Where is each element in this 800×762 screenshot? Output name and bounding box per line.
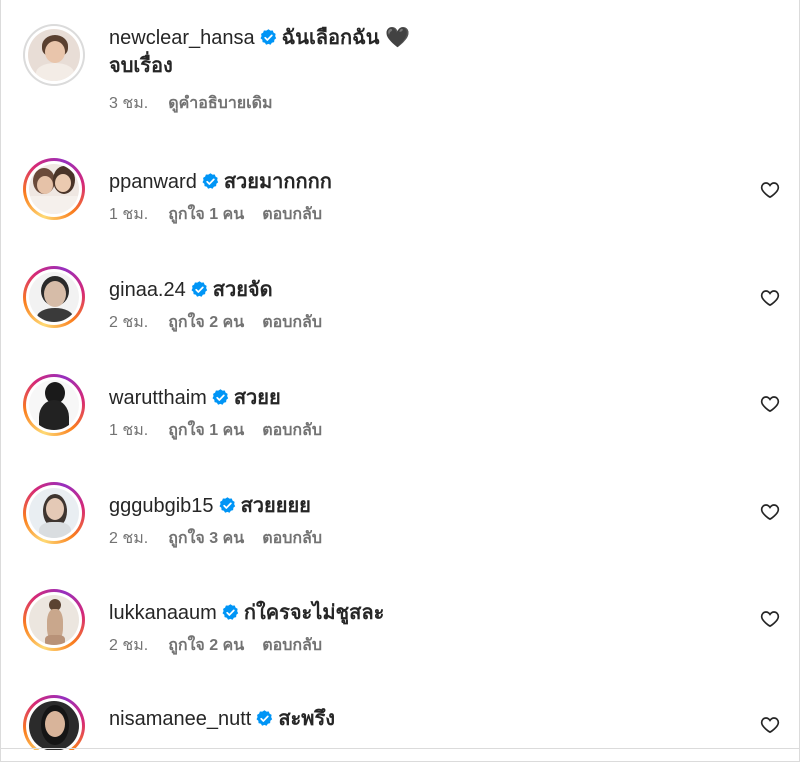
heart-outline-icon[interactable] [760, 180, 780, 200]
reply-button[interactable]: ตอบกลับ [262, 637, 322, 654]
reply-button[interactable]: ตอบกลับ [262, 206, 322, 223]
comment-time[interactable]: 2 ชม. [109, 314, 148, 331]
comment-time[interactable]: 1 ชม. [109, 206, 148, 223]
comment-item: ppanward สวยมากกกก 1 ชม. ถูกใจ 1 คน ตอบกลับ [23, 158, 793, 258]
comment-item: nisamanee_nutt สะพรึง [23, 695, 793, 750]
heart-outline-icon[interactable] [760, 715, 780, 735]
comment-text: สวยจัด [212, 279, 273, 301]
comment-item: ginaa.24 สวยจัด 2 ชม. ถูกใจ 2 คน ตอบกลับ [23, 266, 793, 366]
likes-count[interactable]: ถูกใจ 1 คน [168, 206, 244, 223]
avatar[interactable] [23, 24, 85, 86]
comment-username[interactable]: nisamanee_nutt [109, 708, 251, 730]
comment-username[interactable]: warutthaim [109, 387, 207, 409]
reply-button[interactable]: ตอบกลับ [262, 530, 322, 547]
verified-badge-icon [219, 497, 235, 513]
likes-count[interactable]: ถูกใจ 3 คน [168, 530, 244, 547]
caption-username[interactable]: newclear_hansa [109, 27, 255, 49]
heart-outline-icon[interactable] [760, 502, 780, 522]
heart-outline-icon[interactable] [760, 394, 780, 414]
comment-time[interactable]: 2 ชม. [109, 637, 148, 654]
avatar[interactable] [23, 158, 85, 220]
caption-text-line2: จบเรื่อง [109, 55, 173, 77]
caption-text: ฉันเลือกฉัน 🖤 [281, 27, 410, 49]
avatar[interactable] [23, 374, 85, 436]
avatar[interactable] [23, 695, 85, 750]
likes-count[interactable]: ถูกใจ 2 คน [168, 314, 244, 331]
verified-badge-icon [202, 173, 219, 189]
comment-text: ก่ใครจะไม่ชูสละ [243, 602, 385, 624]
verified-badge-icon [260, 29, 276, 45]
likes-count[interactable]: ถูกใจ 2 คน [168, 637, 244, 654]
verified-badge-icon [222, 604, 239, 620]
comment-username[interactable]: gggubgib15 [109, 495, 214, 517]
post-caption: newclear_hansa ฉันเลือกฉัน 🖤 จบเรื่อง 3 ช… [23, 24, 793, 124]
comment-username[interactable]: lukkanaaum [109, 602, 217, 624]
comment-time[interactable]: 1 ชม. [109, 422, 148, 439]
caption-time[interactable]: 3 ชม. [109, 95, 148, 112]
likes-count[interactable]: ถูกใจ 1 คน [168, 422, 244, 439]
heart-outline-icon[interactable] [760, 288, 780, 308]
avatar[interactable] [23, 482, 85, 544]
comment-time[interactable]: 2 ชม. [109, 530, 148, 547]
comment-item: warutthaim สวยย 1 ชม. ถูกใจ 1 คน ตอบกลับ [23, 374, 793, 474]
divider [1, 748, 799, 749]
see-original-link[interactable]: ดูคำอธิบายเดิม [168, 95, 272, 112]
verified-badge-icon [256, 710, 273, 726]
comment-text: สวยยยย [240, 495, 311, 517]
comment-username[interactable]: ginaa.24 [109, 279, 186, 301]
avatar[interactable] [23, 266, 85, 328]
verified-badge-icon [191, 281, 207, 297]
comment-item: gggubgib15 สวยยยย 2 ชม. ถูกใจ 3 คน ตอบกลับ [23, 482, 793, 582]
comment-item: lukkanaaum ก่ใครจะไม่ชูสละ 2 ชม. ถูกใจ 2 ค… [23, 589, 793, 689]
comments-panel: newclear_hansa ฉันเลือกฉัน 🖤 จบเรื่อง 3 ช… [0, 0, 800, 762]
reply-button[interactable]: ตอบกลับ [262, 422, 322, 439]
comment-text: สะพรึง [278, 708, 335, 730]
heart-outline-icon[interactable] [760, 609, 780, 629]
comment-text: สวยมากกกก [223, 171, 332, 193]
avatar[interactable] [23, 589, 85, 651]
reply-button[interactable]: ตอบกลับ [262, 314, 322, 331]
verified-badge-icon [212, 389, 228, 405]
comment-text: สวยย [233, 387, 281, 409]
comment-username[interactable]: ppanward [109, 171, 197, 193]
